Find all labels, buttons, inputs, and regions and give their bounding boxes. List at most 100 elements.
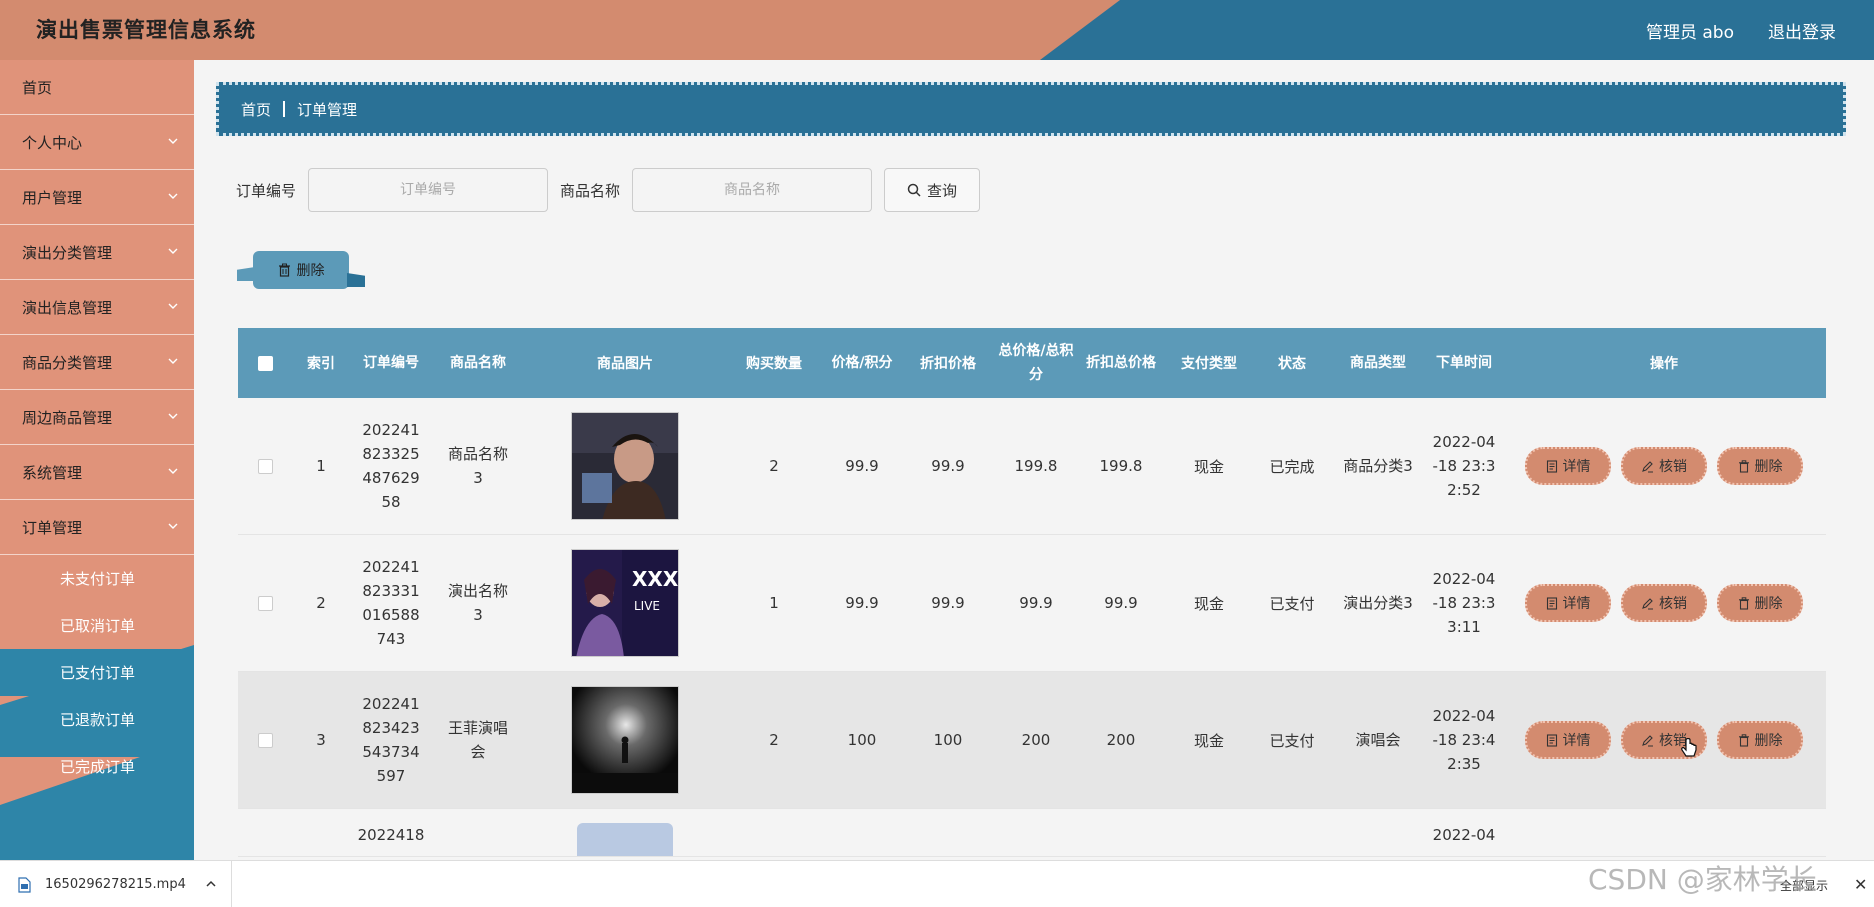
search-icon xyxy=(907,183,921,197)
chevron-down-icon xyxy=(168,523,178,529)
delete-label: 删除 xyxy=(1754,459,1783,475)
select-all-checkbox[interactable] xyxy=(257,355,273,371)
delete-button[interactable]: 删除 xyxy=(1717,721,1803,759)
sidebar-item[interactable]: 首页 xyxy=(0,60,194,115)
row-product-name: 演出名称3 xyxy=(447,582,508,624)
row-time: 2022-04-18 23:42:35 xyxy=(1432,707,1496,773)
delete-button[interactable]: 删除 xyxy=(1717,584,1803,622)
trash-icon xyxy=(1738,459,1749,473)
sidebar-item[interactable]: 演出分类管理 xyxy=(0,225,194,280)
detail-button[interactable]: 详情 xyxy=(1525,721,1611,759)
row-qty: 2 xyxy=(769,457,779,475)
sidebar-item-label: 演出信息管理 xyxy=(22,298,113,317)
sidebar: 首页个人中心用户管理演出分类管理 演出信息管理 商品分类管理周边商品管理 系统管理 订单… xyxy=(0,60,194,860)
top-header: 演出售票管理信息系统 管理员 abo 退出登录 xyxy=(0,0,1874,60)
row-status: 已完成 xyxy=(1269,457,1315,476)
sidebar-item[interactable]: 系统管理 xyxy=(0,445,194,500)
row-checkbox[interactable] xyxy=(257,458,273,474)
row-order-no: 20224182342354373459​7 xyxy=(362,695,420,785)
row-type: 演出分类3 xyxy=(1343,594,1413,612)
order-no-input[interactable] xyxy=(308,168,549,212)
row-discount-price: 99.9 xyxy=(931,594,965,612)
row-discount-total: 200 xyxy=(1106,731,1136,749)
product-thumbnail[interactable] xyxy=(571,412,679,520)
sidebar-item[interactable]: 订单管理 xyxy=(0,500,194,555)
row-qty: 2 xyxy=(769,731,779,749)
verify-button[interactable]: 核销 xyxy=(1621,584,1707,622)
header-cell: 状态 xyxy=(1278,356,1306,372)
product-thumbnail[interactable] xyxy=(571,686,679,794)
product-thumbnail[interactable]: XXX LIVE xyxy=(571,549,679,657)
watermark: CSDN @家林学长 xyxy=(1588,863,1817,896)
header-cell: 支付类型 xyxy=(1181,356,1237,372)
sidebar-item-label: 用户管理 xyxy=(22,188,83,207)
chevron-up-icon[interactable] xyxy=(205,878,217,890)
edit-icon xyxy=(1642,460,1653,472)
header-cell: 购买数量 xyxy=(746,356,802,372)
sidebar-sub-item[interactable]: 已退款订单 xyxy=(0,696,194,743)
query-button[interactable]: 查询 xyxy=(884,168,981,212)
sidebar-sub-item[interactable]: 已完成订单 xyxy=(0,743,194,790)
sidebar-item[interactable]: 演出信息管理 xyxy=(0,280,194,335)
product-name-label: 商品名称 xyxy=(560,181,621,200)
verify-button[interactable]: 核销 xyxy=(1621,447,1707,485)
row-time: 2022-04-18 23:33:11 xyxy=(1432,570,1496,636)
chevron-down-icon xyxy=(168,193,178,199)
row-discount-total: 99.9 xyxy=(1104,594,1138,612)
detail-button[interactable]: 详情 xyxy=(1525,447,1611,485)
row-price: 99.9 xyxy=(845,594,879,612)
document-icon xyxy=(1546,733,1557,747)
partial-order-no: 2022418 xyxy=(357,826,425,844)
breadcrumb-separator xyxy=(283,101,286,117)
sidebar-item-label: 演出分类管理 xyxy=(22,243,113,262)
detail-label: 详情 xyxy=(1562,596,1591,612)
delete-label: 删除 xyxy=(1754,596,1783,612)
trash-icon xyxy=(1738,733,1749,747)
close-icon[interactable]: ✕ xyxy=(1854,875,1867,894)
sidebar-item[interactable]: 周边商品管理 xyxy=(0,390,194,445)
query-button-label: 查询 xyxy=(927,181,958,200)
header-cell: 商品类型 xyxy=(1350,355,1406,371)
row-index: 2 xyxy=(316,594,326,612)
row-discount-price: 100 xyxy=(933,731,963,749)
row-total: 99.9 xyxy=(1019,594,1053,612)
table-row-partial: 2022418 2022-04 xyxy=(238,809,1826,857)
document-icon xyxy=(1546,459,1557,473)
sidebar-item-label: 首页 xyxy=(22,78,53,97)
svg-text:XXX: XXX xyxy=(632,567,679,591)
chevron-down-icon xyxy=(168,468,178,474)
row-total: 199.8 xyxy=(1014,457,1058,475)
row-index: 1 xyxy=(316,457,326,475)
sidebar-item[interactable]: 商品分类管理 xyxy=(0,335,194,390)
row-pay-type: 现金 xyxy=(1193,731,1224,750)
detail-button[interactable]: 详情 xyxy=(1525,584,1611,622)
ribbon-left xyxy=(237,267,255,281)
sidebar-item[interactable]: 用户管理 xyxy=(0,170,194,225)
sidebar-sub-item[interactable]: 未支付订单 xyxy=(0,555,194,602)
table-row: 2 20224182333101658874​3 演出名称3 XXX LIVE 1 99.9… xyxy=(238,535,1826,672)
row-type: 演唱会 xyxy=(1355,731,1401,749)
download-item[interactable]: 1650296278215.mp4 xyxy=(0,861,232,907)
row-status: 已支付 xyxy=(1269,731,1315,750)
header-cell: 操作 xyxy=(1650,356,1678,372)
row-checkbox[interactable] xyxy=(257,595,273,611)
product-name-input[interactable] xyxy=(632,168,873,212)
table-row: 1 20224182332548762958 商品名称3 2 99.9 99.9 199.8… xyxy=(238,398,1826,535)
delete-button[interactable]: 删除 xyxy=(1717,447,1803,485)
sidebar-item[interactable]: 个人中心 xyxy=(0,115,194,170)
batch-delete-button[interactable]: 删除 xyxy=(237,251,365,289)
header-cell: 商品名称 xyxy=(450,355,506,371)
detail-label: 详情 xyxy=(1562,733,1591,749)
row-product-name: 商品名称3 xyxy=(447,445,508,487)
header-cell: 索引 xyxy=(307,356,335,372)
sidebar-sub-item[interactable]: 已取消订单 xyxy=(0,602,194,649)
row-checkbox[interactable] xyxy=(257,732,273,748)
row-product-name: 王菲演唱会 xyxy=(447,719,508,761)
sidebar-item-label: 商品分类管理 xyxy=(22,353,113,372)
document-icon xyxy=(1546,596,1557,610)
logout-link[interactable]: 退出登录 xyxy=(1768,18,1836,43)
header-cell: 总价格/总积分 xyxy=(998,343,1074,383)
row-order-no: 20224182332548762958 xyxy=(362,421,420,511)
breadcrumb-home[interactable]: 首页 xyxy=(241,99,271,120)
sidebar-sub-item[interactable]: 已支付订单 xyxy=(0,649,194,696)
